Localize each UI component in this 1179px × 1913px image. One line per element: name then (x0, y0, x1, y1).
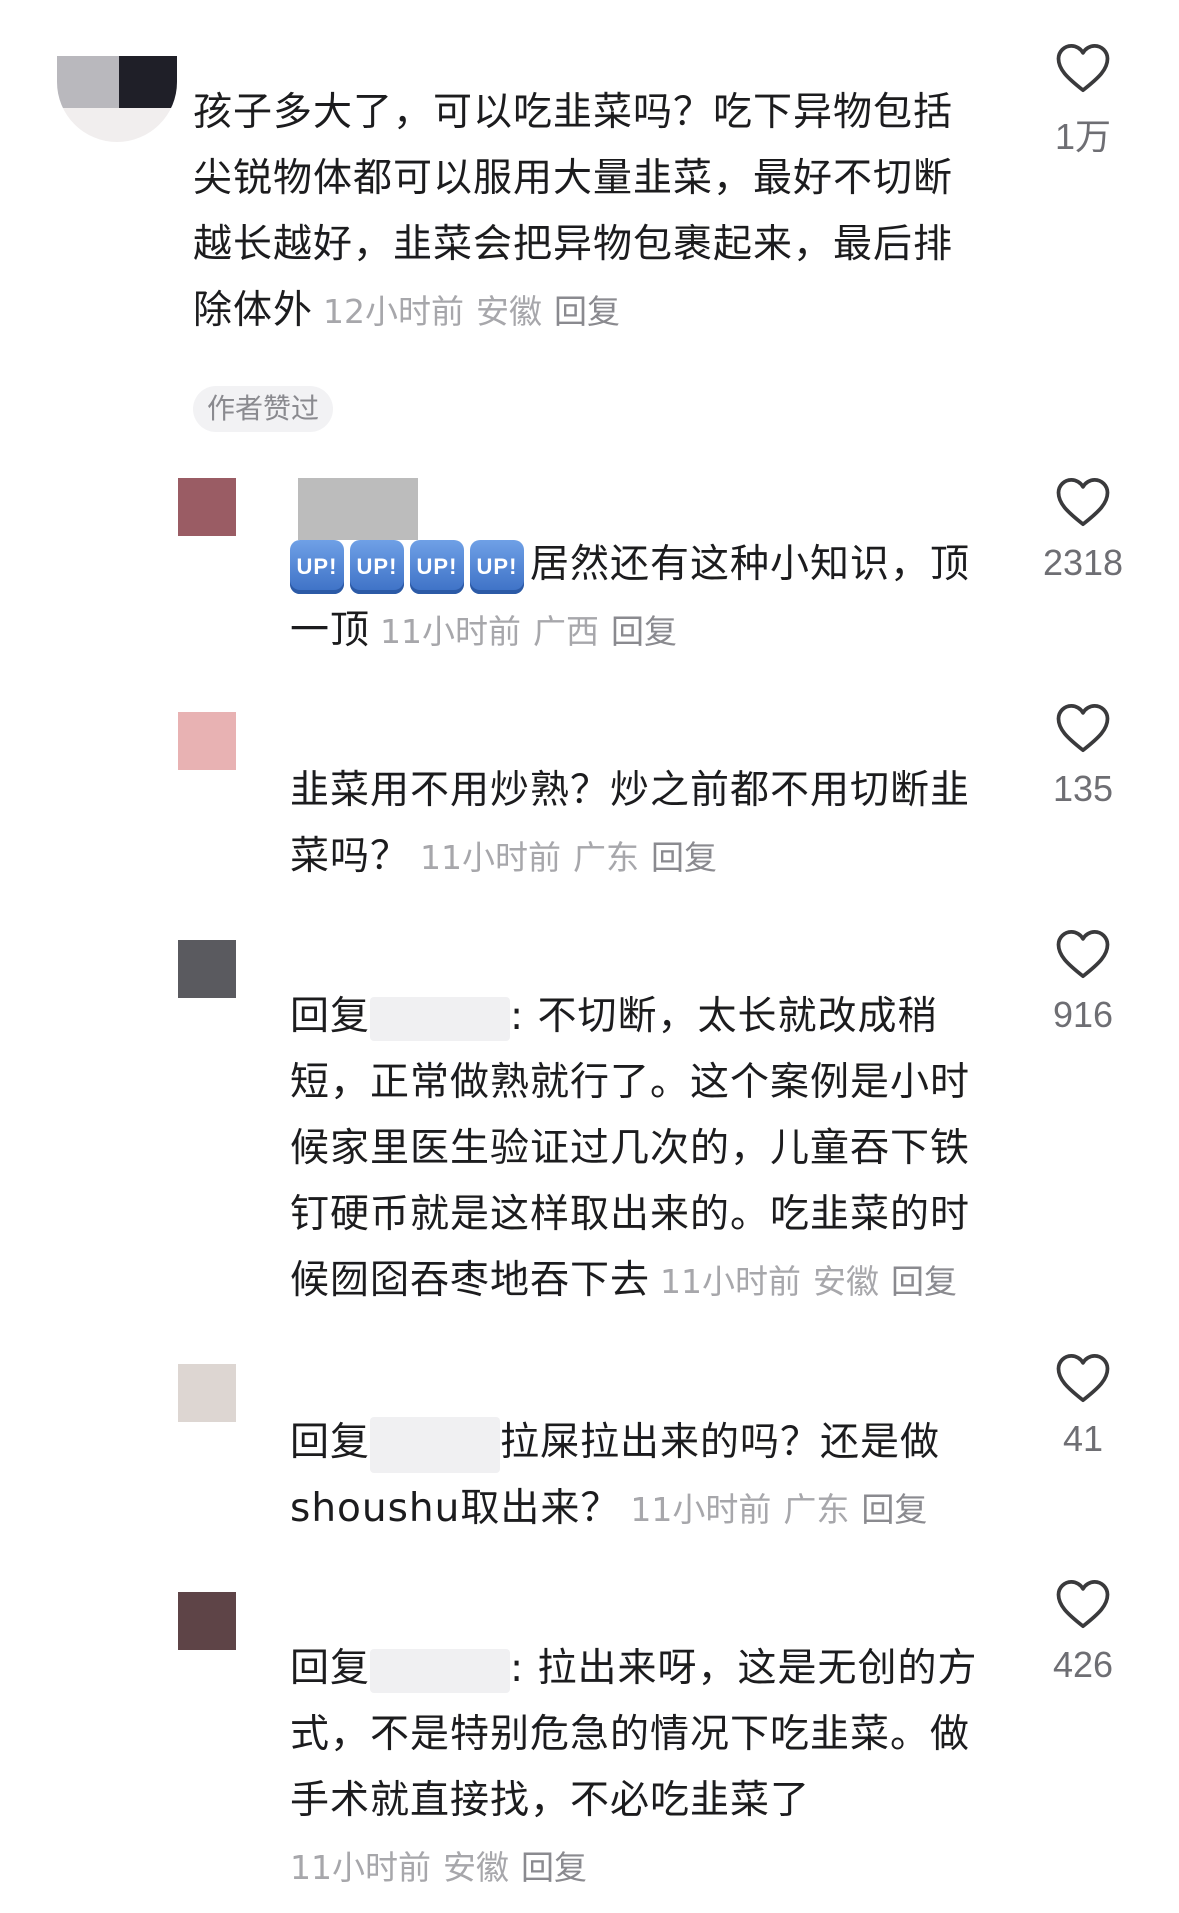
reply-prefix: 回复 (290, 994, 371, 1039)
username-redacted (370, 996, 511, 1041)
heart-outline-icon (1056, 477, 1110, 527)
reply-prefix: 回复 (290, 1420, 371, 1465)
reply-button[interactable]: 回复 (554, 292, 620, 331)
username-redacted (370, 1416, 501, 1473)
up-badge: UP! (410, 539, 464, 594)
username-redacted (298, 478, 418, 540)
comment-location: 安徽 (443, 1848, 509, 1887)
avatar[interactable] (178, 712, 236, 770)
reply-button[interactable]: 回复 (651, 838, 717, 877)
heart-outline-icon (1056, 43, 1110, 93)
like-button[interactable]: 41 (1003, 1352, 1163, 1460)
comment-meta: 11小时前 安徽 回复 (290, 1848, 599, 1887)
up-badge: UP! (470, 539, 524, 594)
comment-time: 11小时前 (630, 1490, 772, 1529)
comment-text: UP! UP! UP! UP! 居然还有这种小知识，顶 一顶 11小时前 广西 回复 (290, 532, 1030, 665)
like-count: 426 (1052, 1644, 1114, 1685)
like-button[interactable]: 426 (1003, 1578, 1163, 1686)
reply-button[interactable]: 回复 (521, 1848, 587, 1887)
comment-text: 回复: 拉出来呀，这是无创的方 式，不是特别危急的情况下吃韭菜。做 手术就直接找… (290, 1646, 978, 1887)
like-button[interactable]: 135 (1003, 702, 1163, 810)
comment-time: 12小时前 (323, 292, 465, 331)
heart-outline-icon (1056, 703, 1110, 753)
comment-text: 孩子多大了，可以吃韭菜吗？吃下异物包括 尖锐物体都可以服用大量韭菜，最好不切断 … (193, 90, 954, 333)
author-liked-badge: 作者赞过 (193, 386, 334, 432)
comment-location: 广东 (783, 1490, 850, 1529)
like-button[interactable]: 916 (1003, 928, 1163, 1036)
up-badge: UP! (350, 539, 404, 594)
avatar[interactable] (178, 1364, 236, 1422)
comment-text: 韭菜用不用炒熟？炒之前都不用切断韭 菜吗？ 11小时前 广东 回复 (290, 768, 971, 879)
like-count: 41 (1062, 1418, 1104, 1459)
up-badge: UP! (290, 539, 344, 594)
comment-time: 11小时前 (290, 1848, 431, 1887)
comment-time: 11小时前 (420, 838, 562, 877)
like-count: 2318 (1042, 542, 1124, 583)
reply-button[interactable]: 回复 (861, 1490, 927, 1529)
reply-button[interactable]: 回复 (891, 1262, 957, 1301)
comment-meta: 12小时前 安徽 回复 (323, 292, 632, 331)
reply-prefix: 回复 (290, 1646, 371, 1691)
comment-time: 11小时前 (660, 1262, 802, 1301)
like-count: 916 (1052, 994, 1114, 1035)
like-button[interactable]: 2318 (1003, 476, 1163, 584)
like-count: 1万 (1054, 116, 1112, 157)
avatar[interactable] (178, 478, 236, 536)
like-button[interactable]: 1万 (1003, 42, 1163, 160)
comment-location: 广西 (533, 612, 600, 651)
username-redacted (370, 1648, 511, 1693)
heart-outline-icon (1056, 929, 1110, 979)
comment-time: 11小时前 (380, 612, 522, 651)
avatar[interactable] (178, 1592, 236, 1650)
comment-text: 回复: 不切断，太长就改成稍 短，正常做熟就行了。这个案例是小时 候家里医生验证… (290, 994, 971, 1303)
comment-location: 广东 (573, 838, 640, 877)
comment-location: 安徽 (476, 292, 543, 331)
comment-meta: 11小时前 安徽 回复 (660, 1262, 969, 1301)
like-count: 135 (1052, 768, 1114, 809)
avatar[interactable] (57, 56, 177, 142)
comment-meta: 11小时前 广东 回复 (420, 838, 729, 877)
heart-outline-icon (1056, 1353, 1110, 1403)
reply-button[interactable]: 回复 (611, 612, 677, 651)
comment-text: 回复 拉屎拉出来的吗？还是做 shoushu取出来？ 11小时前 广东 回复 (290, 1410, 1030, 1543)
comment-location: 安徽 (813, 1262, 880, 1301)
avatar[interactable] (178, 940, 236, 998)
heart-outline-icon (1056, 1579, 1110, 1629)
comment-meta: 11小时前 广西 回复 (380, 612, 689, 651)
comment-meta: 11小时前 广东 回复 (630, 1490, 939, 1529)
